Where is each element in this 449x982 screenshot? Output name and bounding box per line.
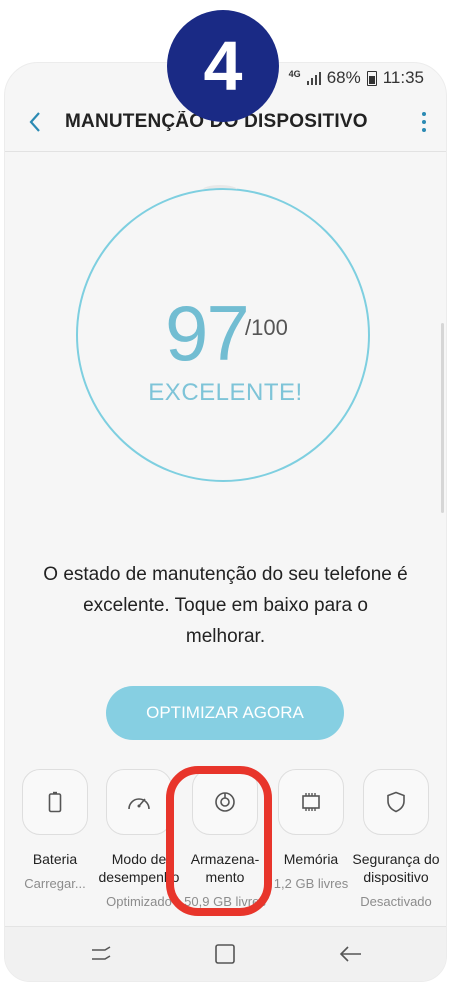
scrollbar[interactable] — [441, 323, 444, 513]
battery-status-icon — [366, 70, 377, 86]
back-nav-button[interactable] — [331, 941, 371, 967]
more-vertical-icon — [422, 112, 426, 116]
home-icon — [215, 944, 235, 964]
score-ring-gap — [203, 185, 237, 194]
step-badge: 4 — [167, 10, 279, 122]
clock: 11:35 — [382, 68, 424, 87]
back-arrow-icon — [339, 946, 361, 962]
navigation-bar — [5, 926, 446, 981]
score-value: 97 — [165, 289, 250, 377]
signal-icon — [306, 71, 321, 85]
storage-highlight-outline — [166, 766, 272, 916]
tool-performance-tile[interactable] — [106, 769, 172, 835]
battery-level: 68% — [326, 68, 361, 87]
tool-label: Segurança do dispositivo — [352, 851, 440, 885]
network-type: 4G — [288, 69, 301, 79]
tool-status: Desactivado — [360, 894, 432, 909]
gauge-icon — [128, 798, 150, 810]
tool-device-security[interactable]: Segurança do dispositivo Desactivado — [346, 769, 446, 909]
optimize-now-button[interactable]: OPTIMIZAR AGORA — [106, 686, 344, 740]
chevron-left-icon — [29, 112, 40, 132]
more-options-button[interactable] — [402, 93, 446, 151]
tool-battery-tile[interactable] — [22, 769, 88, 835]
battery-icon — [48, 791, 62, 813]
status-message: O estado de manutenção do seu telefone é… — [43, 564, 408, 647]
tool-memory-tile[interactable] — [278, 769, 344, 835]
shield-icon — [387, 791, 405, 813]
memory-chip-icon — [302, 793, 320, 811]
score-max: /100 — [245, 315, 288, 340]
recent-apps-icon — [92, 946, 111, 960]
recent-apps-button[interactable] — [81, 941, 121, 967]
home-button[interactable] — [205, 941, 245, 967]
back-button[interactable] — [5, 93, 65, 151]
tool-security-tile[interactable] — [363, 769, 429, 835]
score-rating: EXCELENTE! — [148, 379, 303, 406]
